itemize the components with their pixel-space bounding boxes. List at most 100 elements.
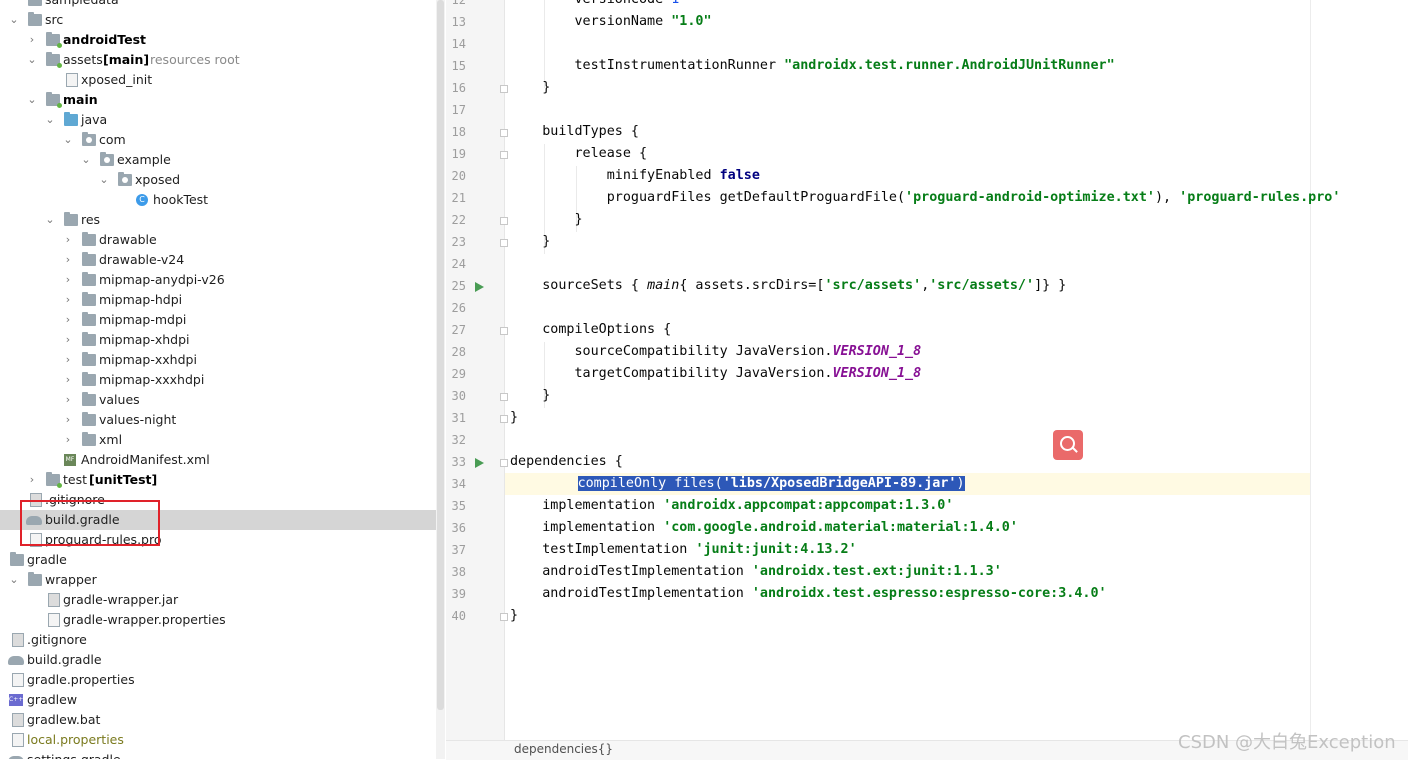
chevron-right-icon[interactable]: › bbox=[62, 430, 74, 450]
run-gutter-icon[interactable] bbox=[475, 458, 484, 468]
tree-row-gradle-wrapper-properties[interactable]: gradle-wrapper.properties bbox=[0, 610, 436, 630]
tree-row-xposed-init[interactable]: xposed_init bbox=[0, 70, 436, 90]
fold-icon[interactable] bbox=[500, 415, 508, 423]
code-line[interactable]: implementation 'com.google.android.mater… bbox=[510, 517, 1018, 539]
code-line[interactable]: } bbox=[510, 231, 550, 253]
code-line[interactable]: sourceSets { main{ assets.srcDirs=['src/… bbox=[510, 275, 1066, 297]
line-number: 16 bbox=[451, 81, 466, 95]
tree-row-xml[interactable]: › xml bbox=[0, 430, 436, 450]
code-line[interactable]: dependencies { bbox=[510, 451, 623, 473]
tree-row-gradle-wrapper-jar[interactable]: gradle-wrapper.jar bbox=[0, 590, 436, 610]
tree-row-xposed[interactable]: ⌄ xposed bbox=[0, 170, 436, 190]
fold-icon[interactable] bbox=[500, 239, 508, 247]
code-line[interactable]: compileOptions { bbox=[510, 319, 671, 341]
code-line-current[interactable]: compileOnly files('libs/XposedBridgeAPI-… bbox=[505, 473, 1310, 495]
tree-row-mipmap-mdpi[interactable]: › mipmap-mdpi bbox=[0, 310, 436, 330]
code-line[interactable]: } bbox=[510, 77, 550, 99]
tree-row-mipmap-hdpi[interactable]: › mipmap-hdpi bbox=[0, 290, 436, 310]
tree-row-hooktest[interactable]: C hookTest bbox=[0, 190, 436, 210]
chevron-down-icon[interactable]: ⌄ bbox=[8, 570, 20, 590]
chevron-down-icon[interactable]: ⌄ bbox=[44, 210, 56, 230]
code-line[interactable]: } bbox=[510, 407, 518, 429]
chevron-right-icon[interactable]: › bbox=[62, 290, 74, 310]
code-line[interactable]: versionName "1.0" bbox=[510, 11, 712, 33]
chevron-down-icon[interactable]: ⌄ bbox=[80, 150, 92, 170]
code-line[interactable]: testImplementation 'junit:junit:4.13.2' bbox=[510, 539, 856, 561]
code-line[interactable]: androidTestImplementation 'androidx.test… bbox=[510, 561, 1002, 583]
search-icon[interactable] bbox=[1053, 430, 1083, 460]
tree-row-gradlew[interactable]: C++ gradlew bbox=[0, 690, 436, 710]
code-line[interactable]: } bbox=[510, 605, 518, 627]
code-line[interactable]: proguardFiles getDefaultProguardFile('pr… bbox=[510, 187, 1341, 209]
chevron-right-icon[interactable]: › bbox=[26, 30, 38, 50]
tree-row-gradle[interactable]: gradle bbox=[0, 550, 436, 570]
chevron-down-icon[interactable]: ⌄ bbox=[26, 90, 38, 110]
tree-row-gitignore-root[interactable]: .gitignore bbox=[0, 630, 436, 650]
tree-row-mipmap-xxhdpi[interactable]: › mipmap-xxhdpi bbox=[0, 350, 436, 370]
breadcrumb[interactable]: dependencies{} bbox=[514, 742, 613, 756]
code-line[interactable]: buildTypes { bbox=[510, 121, 639, 143]
chevron-right-icon[interactable]: › bbox=[62, 230, 74, 250]
fold-icon[interactable] bbox=[500, 613, 508, 621]
chevron-right-icon[interactable]: › bbox=[62, 350, 74, 370]
tree-row-res[interactable]: ⌄ res bbox=[0, 210, 436, 230]
tree-row-example[interactable]: ⌄ example bbox=[0, 150, 436, 170]
code-line[interactable]: minifyEnabled false bbox=[510, 165, 760, 187]
fold-icon[interactable] bbox=[500, 327, 508, 335]
code-line[interactable]: } bbox=[510, 209, 583, 231]
chevron-right-icon[interactable]: › bbox=[62, 410, 74, 430]
chevron-down-icon[interactable]: ⌄ bbox=[62, 130, 74, 150]
tree-row-test[interactable]: › test [unitTest] bbox=[0, 470, 436, 490]
code-line[interactable]: } bbox=[510, 385, 550, 407]
tree-row-main[interactable]: ⌄ main bbox=[0, 90, 436, 110]
chevron-right-icon[interactable]: › bbox=[62, 330, 74, 350]
fold-icon[interactable] bbox=[500, 217, 508, 225]
chevron-right-icon[interactable]: › bbox=[62, 370, 74, 390]
tree-row-gradle-properties[interactable]: gradle.properties bbox=[0, 670, 436, 690]
chevron-right-icon[interactable]: › bbox=[26, 470, 38, 490]
tree-row-assets[interactable]: ⌄ assets [main] resources root bbox=[0, 50, 436, 70]
tree-row-drawable[interactable]: › drawable bbox=[0, 230, 436, 250]
chevron-down-icon[interactable]: ⌄ bbox=[8, 10, 20, 30]
fold-icon[interactable] bbox=[500, 129, 508, 137]
fold-icon[interactable] bbox=[500, 393, 508, 401]
tree-row-drawable-v24[interactable]: › drawable-v24 bbox=[0, 250, 436, 270]
code-line[interactable]: implementation 'androidx.appcompat:appco… bbox=[510, 495, 953, 517]
code-line[interactable]: release { bbox=[510, 143, 648, 165]
tree-row-settings-gradle[interactable]: settings.gradle bbox=[0, 750, 436, 759]
tree-row-values[interactable]: › values bbox=[0, 390, 436, 410]
tree-scrollbar[interactable] bbox=[436, 0, 445, 759]
run-gutter-icon[interactable] bbox=[475, 282, 484, 292]
chevron-right-icon[interactable]: › bbox=[62, 270, 74, 290]
code-line[interactable]: versionCode 1 bbox=[510, 0, 680, 11]
code-line[interactable]: androidTestImplementation 'androidx.test… bbox=[510, 583, 1106, 605]
code-line[interactable]: testInstrumentationRunner "androidx.test… bbox=[510, 55, 1115, 77]
tree-row-gradlew-bat[interactable]: gradlew.bat bbox=[0, 710, 436, 730]
selected-text[interactable]: compileOnly files('libs/XposedBridgeAPI-… bbox=[577, 476, 965, 491]
chevron-down-icon[interactable]: ⌄ bbox=[98, 170, 110, 190]
tree-row-sampledata[interactable]: sampledata bbox=[0, 0, 436, 10]
tree-row-mipmap-xhdpi[interactable]: › mipmap-xhdpi bbox=[0, 330, 436, 350]
code-line[interactable]: sourceCompatibility JavaVersion.VERSION_… bbox=[510, 341, 922, 363]
fold-icon[interactable] bbox=[500, 85, 508, 93]
tree-row-java[interactable]: ⌄ java bbox=[0, 110, 436, 130]
tree-row-wrapper[interactable]: ⌄ wrapper bbox=[0, 570, 436, 590]
chevron-down-icon[interactable]: ⌄ bbox=[44, 110, 56, 130]
tree-row-com[interactable]: ⌄ com bbox=[0, 130, 436, 150]
fold-icon[interactable] bbox=[500, 459, 508, 467]
fold-icon[interactable] bbox=[500, 151, 508, 159]
tree-row-mipmap-anydpi[interactable]: › mipmap-anydpi-v26 bbox=[0, 270, 436, 290]
code-line[interactable]: targetCompatibility JavaVersion.VERSION_… bbox=[510, 363, 922, 385]
tree-row-build-gradle-root[interactable]: build.gradle bbox=[0, 650, 436, 670]
chevron-down-icon[interactable]: ⌄ bbox=[26, 50, 38, 70]
tree-row-src[interactable]: ⌄ src bbox=[0, 10, 436, 30]
tree-row-androidtest[interactable]: › androidTest bbox=[0, 30, 436, 50]
chevron-right-icon[interactable]: › bbox=[62, 310, 74, 330]
tree-row-local-properties[interactable]: local.properties bbox=[0, 730, 436, 750]
tree-row-values-night[interactable]: › values-night bbox=[0, 410, 436, 430]
scrollbar-thumb[interactable] bbox=[437, 0, 444, 710]
chevron-right-icon[interactable]: › bbox=[62, 390, 74, 410]
chevron-right-icon[interactable]: › bbox=[62, 250, 74, 270]
tree-row-mipmap-xxxhdpi[interactable]: › mipmap-xxxhdpi bbox=[0, 370, 436, 390]
tree-row-android-manifest[interactable]: MF AndroidManifest.xml bbox=[0, 450, 436, 470]
